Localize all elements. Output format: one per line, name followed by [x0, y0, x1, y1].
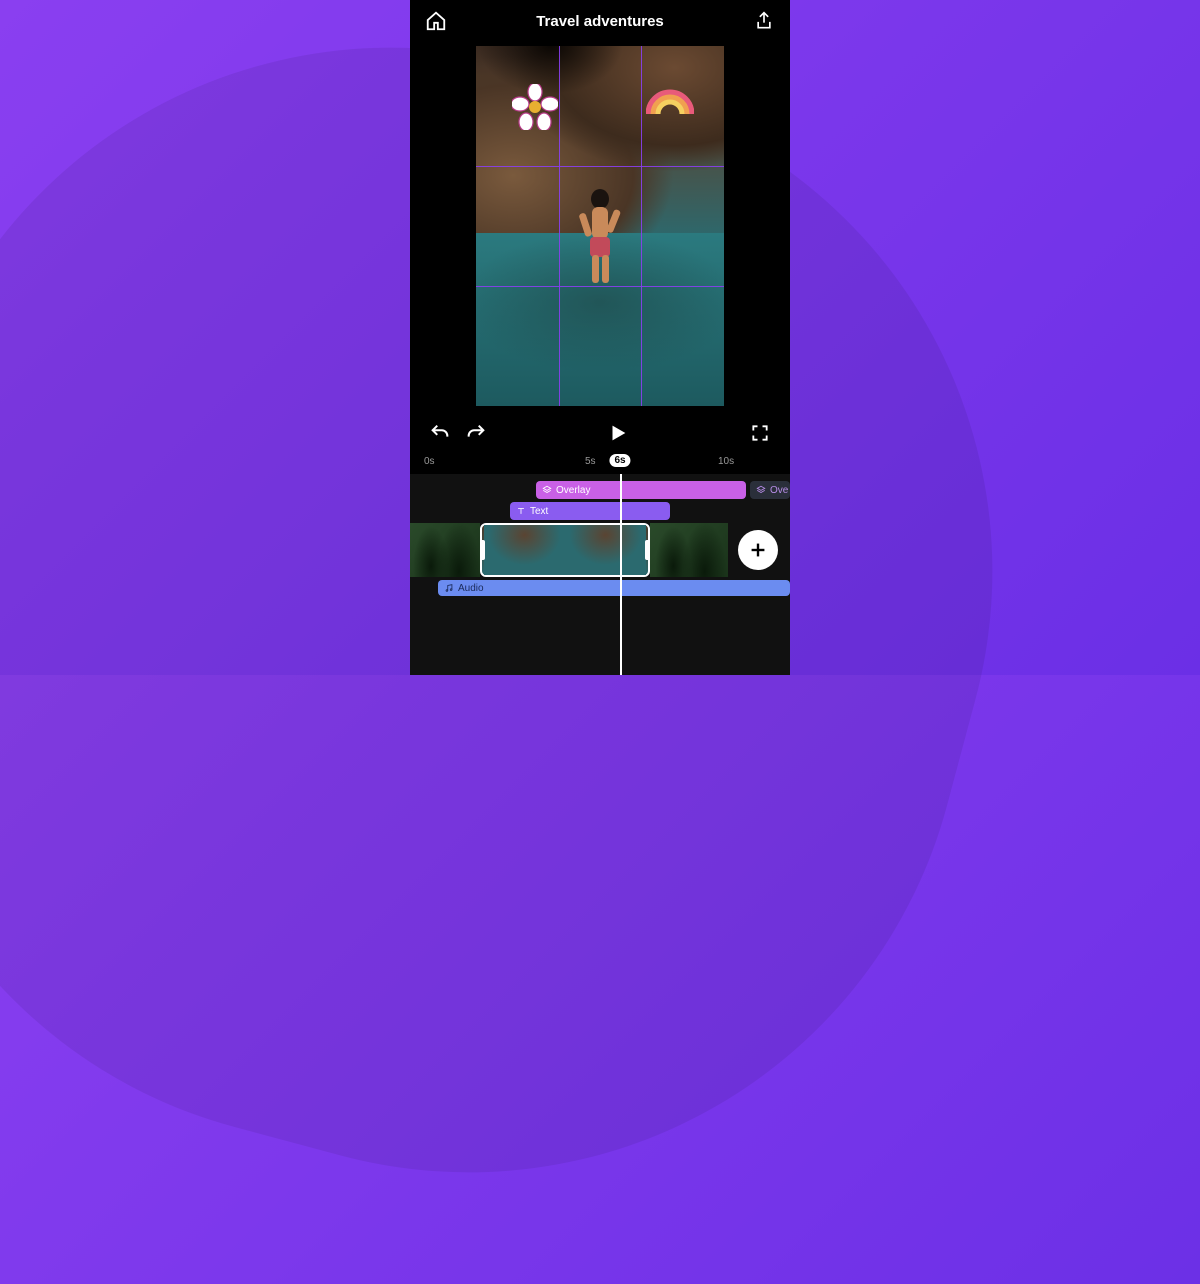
text-track: Text [410, 502, 790, 520]
top-bar: Travel adventures [410, 0, 790, 42]
ruler-tick: 0s [424, 456, 435, 467]
time-ruler[interactable]: 0s 5s 10s 6s [410, 452, 790, 474]
overlay-track: Overlay Ove [410, 481, 790, 499]
timeline[interactable]: Overlay Ove Text [410, 474, 790, 675]
text-clip-label: Text [530, 506, 548, 517]
add-clip-button[interactable] [738, 530, 778, 570]
grid-line-icon [476, 286, 724, 287]
video-editor-screen: Travel adventures [410, 0, 790, 675]
project-title: Travel adventures [536, 13, 664, 30]
share-button[interactable] [752, 9, 776, 33]
audio-clip[interactable]: Audio [438, 580, 790, 596]
audio-track: Audio [410, 580, 790, 596]
text-clip[interactable]: Text [510, 502, 670, 520]
overlay-clip-label: Ove [770, 485, 788, 496]
transport-controls [410, 414, 790, 452]
text-icon [516, 506, 526, 516]
preview-area [410, 42, 790, 414]
overlay-clip-label: Overlay [556, 485, 590, 496]
ruler-tick: 10s [718, 456, 734, 467]
ruler-tick: 5s [585, 456, 596, 467]
clip-trim-handle-left[interactable] [480, 540, 485, 560]
redo-button[interactable] [464, 421, 488, 445]
video-preview[interactable] [476, 46, 724, 406]
fullscreen-button[interactable] [748, 421, 772, 445]
grid-line-icon [641, 46, 642, 406]
grid-line-icon [476, 166, 724, 167]
video-clip-thumb[interactable] [650, 523, 728, 577]
playhead-line[interactable] [620, 474, 622, 675]
audio-clip-label: Audio [458, 583, 484, 594]
overlay-clip-secondary[interactable]: Ove [750, 481, 790, 499]
music-note-icon [444, 583, 454, 593]
layers-icon [756, 485, 766, 495]
overlay-clip[interactable]: Overlay [536, 481, 746, 499]
video-track [410, 523, 790, 577]
layers-icon [542, 485, 552, 495]
playhead-time-badge[interactable]: 6s [609, 454, 630, 467]
grid-line-icon [559, 46, 560, 406]
play-button[interactable] [607, 422, 629, 444]
undo-button[interactable] [428, 421, 452, 445]
video-clip-thumb[interactable] [410, 523, 480, 577]
home-button[interactable] [424, 9, 448, 33]
rainbow-sticker[interactable] [646, 74, 694, 118]
flower-sticker[interactable] [512, 84, 558, 130]
selected-video-clip[interactable] [480, 523, 650, 577]
